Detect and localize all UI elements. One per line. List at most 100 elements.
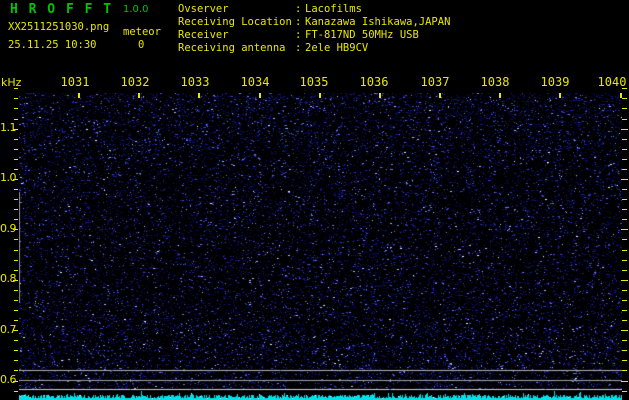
- axis-tick: [13, 330, 18, 331]
- station-label: Receiving Location: [178, 16, 292, 28]
- axis-tick: [13, 229, 18, 230]
- station-info-block: Ovserver: Lacofilms Receiving Location: Ka…: [178, 3, 628, 55]
- spectrogram-canvas: [19, 93, 622, 400]
- app-title: H R O F F T: [10, 2, 113, 17]
- axis-tick: [622, 98, 627, 99]
- axis-tick: [621, 229, 628, 230]
- station-value: 2ele HB9CV: [305, 42, 369, 54]
- station-separator: :: [295, 16, 302, 28]
- axis-tick: [14, 260, 18, 261]
- time-tick-label: 1037: [420, 75, 450, 89]
- axis-tick: [14, 391, 18, 392]
- axis-tick: [622, 149, 627, 150]
- axis-tick: [622, 350, 627, 351]
- station-row-observer: Ovserver: Lacofilms: [178, 3, 628, 16]
- axis-tick: [78, 93, 80, 98]
- app-version: 1.0.0: [123, 4, 149, 15]
- axis-tick: [499, 93, 501, 98]
- axis-tick: [14, 360, 18, 361]
- axis-tick: [14, 108, 18, 109]
- axis-tick: [198, 93, 200, 98]
- freq-tick-label: 0.9: [0, 222, 17, 235]
- axis-tick: [621, 179, 628, 180]
- axis-tick: [621, 330, 628, 331]
- time-tick-label: 1034: [240, 75, 270, 89]
- time-tick-label: 1031: [60, 75, 90, 89]
- axis-tick: [259, 93, 261, 98]
- axis-tick: [13, 179, 18, 180]
- station-value: Lacofilms: [305, 3, 362, 15]
- axis-tick: [14, 370, 18, 371]
- freq-tick-label: 0.6: [0, 373, 17, 386]
- axis-tick: [622, 209, 627, 210]
- station-label: Ovserver: [178, 3, 229, 15]
- axis-tick: [14, 189, 18, 190]
- axis-tick: [622, 239, 627, 240]
- freq-tick-label: 1.0: [0, 171, 17, 184]
- axis-tick: [14, 139, 18, 140]
- station-row-antenna: Receiving antenna:2ele HB9CV: [178, 42, 628, 55]
- axis-tick: [14, 119, 18, 120]
- axis-tick: [621, 280, 628, 281]
- axis-tick: [14, 290, 18, 291]
- station-separator: :: [295, 29, 302, 41]
- axis-tick: [14, 169, 18, 170]
- axis-tick: [621, 129, 628, 130]
- axis-tick: [622, 310, 627, 311]
- freq-axis-unit: kHz: [1, 76, 22, 89]
- axis-tick: [622, 260, 627, 261]
- station-value: Kanazawa Ishikawa,JAPAN: [305, 16, 451, 28]
- axis-tick: [622, 159, 627, 160]
- axis-tick: [622, 169, 627, 170]
- time-tick-label: 1032: [120, 75, 150, 89]
- axis-tick: [622, 300, 627, 301]
- axis-tick: [622, 290, 627, 291]
- datetime-label: 25.11.25 10:30: [8, 39, 97, 51]
- axis-tick: [14, 219, 18, 220]
- axis-tick: [14, 149, 18, 150]
- axis-tick: [138, 93, 140, 98]
- axis-tick: [14, 199, 18, 200]
- freq-tick-label: 1.1: [0, 121, 17, 134]
- axis-tick: [622, 108, 627, 109]
- axis-tick: [621, 381, 628, 382]
- axis-tick: [13, 381, 18, 382]
- axis-tick: [622, 199, 627, 200]
- station-value: FT-817ND 50MHz USB: [305, 29, 419, 41]
- axis-tick: [14, 340, 18, 341]
- mode-label: meteor: [123, 26, 161, 38]
- axis-tick: [622, 270, 627, 271]
- axis-tick: [14, 350, 18, 351]
- axis-tick: [559, 93, 561, 98]
- axis-tick: [14, 159, 18, 160]
- axis-tick: [14, 270, 18, 271]
- time-tick-label: 1036: [359, 75, 389, 89]
- station-row-location: Receiving Location: Kanazawa Ishikawa,JAP…: [178, 16, 628, 29]
- axis-tick: [379, 93, 381, 98]
- station-label: Receiving antenna: [178, 42, 286, 54]
- axis-tick: [622, 320, 627, 321]
- axis-tick: [14, 239, 18, 240]
- axis-tick: [622, 189, 627, 190]
- station-label: Receiver: [178, 29, 229, 41]
- freq-tick-label: 0.7: [0, 323, 17, 336]
- axis-tick: [14, 209, 18, 210]
- freq-tick-label: 0.8: [0, 272, 17, 285]
- time-tick-label: 1033: [180, 75, 210, 89]
- axis-tick: [14, 310, 18, 311]
- axis-tick: [622, 391, 627, 392]
- axis-tick: [622, 119, 627, 120]
- axis-tick: [622, 370, 627, 371]
- axis-tick: [622, 88, 627, 89]
- axis-tick: [622, 139, 627, 140]
- axis-tick: [622, 340, 627, 341]
- meteor-count: 0: [138, 39, 145, 51]
- axis-tick: [14, 300, 18, 301]
- axis-tick: [14, 320, 18, 321]
- axis-tick: [622, 360, 627, 361]
- time-tick-label: 1039: [540, 75, 570, 89]
- axis-tick: [622, 250, 627, 251]
- hrofft-window: H R O F F T 1.0.0 XX2511251030.png meteo…: [0, 0, 629, 400]
- axis-tick: [319, 93, 321, 98]
- station-separator: :: [295, 3, 302, 15]
